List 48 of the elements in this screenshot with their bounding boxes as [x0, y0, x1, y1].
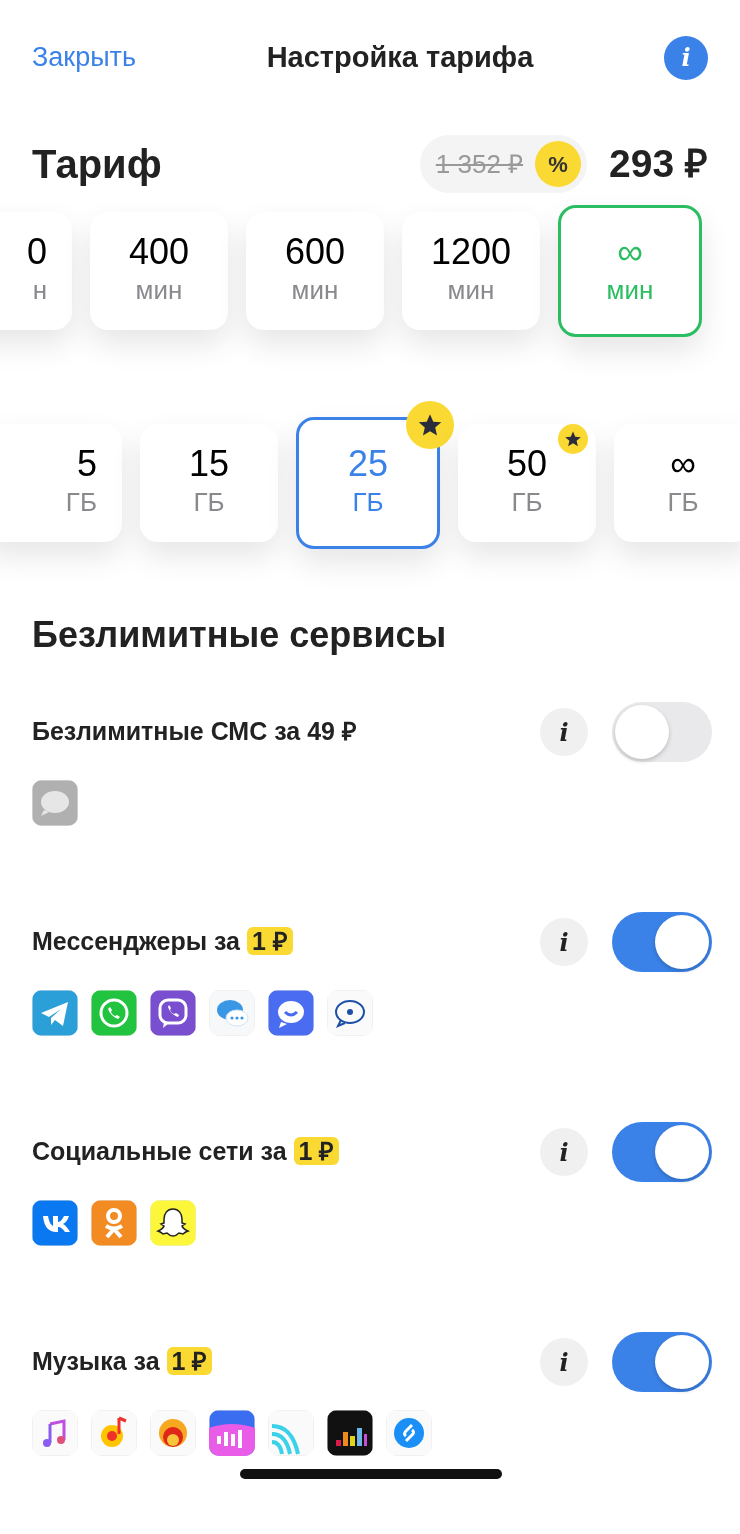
tariff-label: Тариф	[32, 141, 162, 188]
speech-bubble-icon	[327, 990, 373, 1037]
speech-bubble-icon	[209, 990, 255, 1037]
phone-bubble-icon	[150, 990, 196, 1037]
price: 293 ₽	[609, 140, 708, 187]
old-price: 1 352 ₽	[435, 147, 524, 181]
info-button[interactable]: i	[540, 708, 588, 757]
waves-icon	[268, 1410, 314, 1457]
close-link[interactable]: Закрыть	[32, 37, 136, 78]
data-option[interactable]: ∞ ГБ	[614, 424, 740, 542]
square-logo-icon	[32, 1200, 78, 1247]
ghost-icon	[150, 1200, 196, 1247]
minutes-option[interactable]: 600 мин	[246, 212, 384, 330]
data-option[interactable]: 50 ГБ	[458, 424, 596, 542]
star-icon	[417, 412, 443, 438]
info-button[interactable]: i	[664, 35, 708, 80]
section-heading: Безлимитные сервисы	[31, 613, 448, 657]
minutes-option[interactable]: 400 мин	[90, 212, 228, 330]
phone-bubble-icon	[91, 990, 137, 1037]
data-option[interactable]: 15 ГБ	[140, 424, 278, 542]
minutes-option[interactable]: 1200 мин	[402, 212, 540, 330]
music-note-icon	[91, 1410, 137, 1457]
equalizer-icon	[327, 1410, 373, 1457]
info-button[interactable]: i	[540, 1128, 588, 1177]
figure-icon	[91, 1200, 137, 1247]
star-icon	[564, 430, 582, 448]
data-option[interactable]: 25 ГБ	[296, 417, 440, 549]
bar-chart-icon	[209, 1410, 255, 1457]
toggle-switch[interactable]	[612, 702, 712, 763]
paper-plane-icon	[32, 990, 78, 1037]
target-icon	[150, 1410, 196, 1457]
service-title: Безлимитные СМС за 49 ₽	[32, 716, 357, 748]
info-button[interactable]: i	[540, 918, 588, 967]
toggle-switch[interactable]	[612, 1332, 712, 1393]
swirl-icon	[386, 1410, 432, 1457]
minutes-option[interactable]: 0 н	[0, 212, 72, 330]
info-button[interactable]: i	[540, 1338, 588, 1387]
toggle-switch[interactable]	[612, 1122, 712, 1183]
toggle-switch[interactable]	[612, 912, 712, 973]
service-title: Социальные сети за 1 ₽	[32, 1133, 340, 1171]
speech-bubble-icon	[32, 780, 78, 827]
discount-badge: %	[535, 141, 582, 187]
service-title: Мессенджеры за 1 ₽	[32, 923, 293, 961]
service-title: Музыка за 1 ₽	[32, 1343, 213, 1381]
speech-bubble-icon	[268, 990, 314, 1037]
screen-title: Настройка тарифа	[266, 39, 534, 75]
data-option[interactable]: 5 ГБ	[0, 424, 122, 542]
music-note-icon	[32, 1410, 78, 1457]
